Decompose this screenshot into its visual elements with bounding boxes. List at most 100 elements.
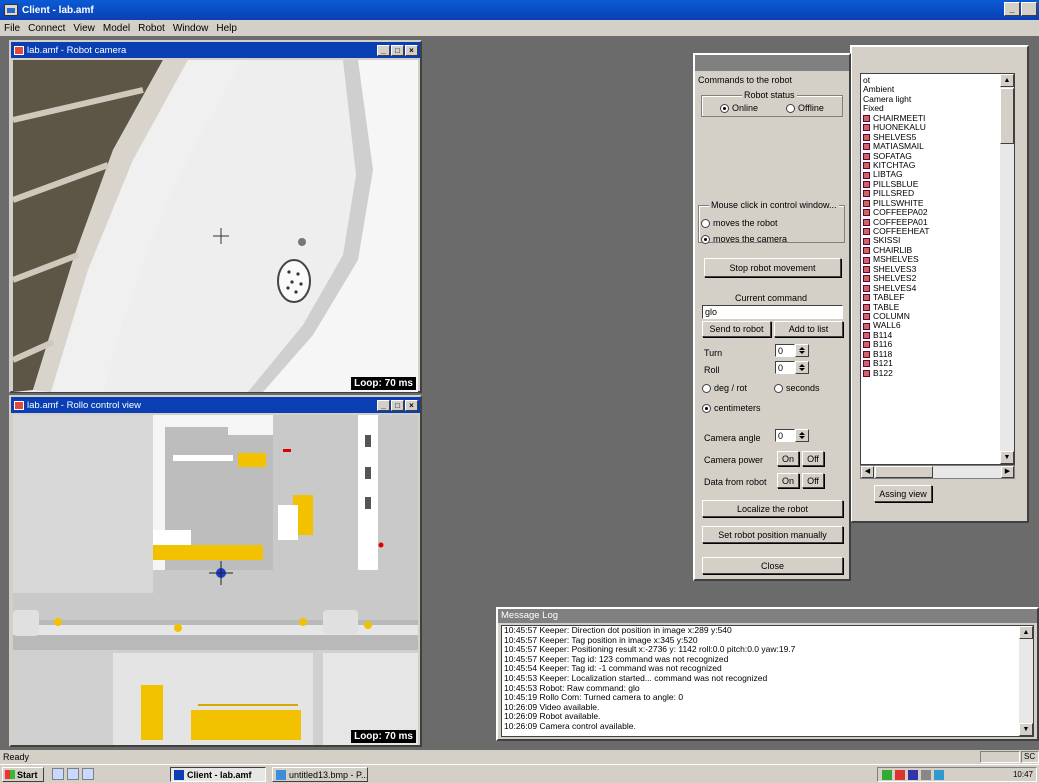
object-icon — [863, 256, 870, 264]
explorer-icon[interactable] — [82, 768, 94, 780]
camera-power-off-button[interactable]: Off — [802, 451, 824, 466]
object-icon — [863, 209, 870, 217]
camera-angle-spinner[interactable] — [795, 429, 809, 442]
clock: 10:47 — [1012, 770, 1033, 779]
moves-camera-radio[interactable]: moves the camera — [701, 234, 787, 244]
menu-robot[interactable]: Robot — [138, 23, 165, 34]
rollo-control-titlebar[interactable]: lab.amf - Rollo control view _ □ × — [11, 397, 420, 413]
robot-camera-window[interactable]: lab.amf - Robot camera _ □ × Loop: 70 ms — [9, 40, 422, 393]
window-icon — [14, 45, 24, 55]
security-icon[interactable] — [895, 769, 905, 780]
display-icon[interactable] — [908, 769, 918, 780]
object-icon — [863, 181, 870, 189]
menu-window[interactable]: Window — [173, 23, 209, 34]
assign-view-button[interactable]: Assing view — [874, 485, 932, 502]
offline-radio[interactable]: Offline — [786, 103, 824, 113]
minimize-button[interactable]: _ — [377, 44, 390, 56]
seconds-radio[interactable]: seconds — [774, 383, 820, 393]
object-icon — [863, 360, 870, 368]
roll-label: Roll — [704, 365, 720, 375]
rollo-control-window[interactable]: lab.amf - Rollo control view _ □ × Loop:… — [9, 395, 422, 747]
task-paint[interactable]: untitled13.bmp - P... — [272, 767, 368, 782]
task-client[interactable]: Client - lab.amf — [170, 767, 266, 782]
camera-angle-label: Camera angle — [704, 433, 761, 443]
object-listbox[interactable]: ot Ambient Camera light Fixed CHAIRMEETI HUON… — [860, 73, 1015, 465]
moves-robot-radio[interactable]: moves the robot — [701, 218, 778, 228]
start-button[interactable]: Start — [2, 767, 44, 782]
tray-app-icon[interactable] — [934, 769, 944, 780]
object-icon — [863, 124, 870, 132]
set-position-button[interactable]: Set robot position manually — [702, 526, 843, 543]
hscroll-thumb[interactable] — [875, 466, 933, 478]
maximize-button[interactable]: □ — [391, 399, 404, 411]
close-button[interactable]: × — [405, 399, 418, 411]
roll-input[interactable]: 0 — [775, 361, 795, 374]
camera-image[interactable]: Loop: 70 ms — [13, 60, 418, 392]
camera-power-label: Camera power — [704, 455, 764, 465]
menu-file[interactable]: File — [4, 23, 20, 34]
object-list-panel: ot Ambient Camera light Fixed CHAIRMEETI HUON… — [850, 45, 1029, 523]
client-icon — [174, 769, 184, 780]
control-map-scene — [13, 415, 418, 745]
maximize-button[interactable] — [1021, 2, 1037, 16]
roll-spinner[interactable] — [795, 361, 809, 374]
menu-model[interactable]: Model — [103, 23, 130, 34]
deg-rot-radio[interactable]: deg / rot — [702, 383, 747, 393]
minimize-button[interactable]: _ — [377, 399, 390, 411]
object-icon — [863, 332, 870, 340]
centimeters-radio[interactable]: centimeters — [702, 403, 761, 413]
window-controls: _ □ × — [377, 399, 418, 411]
menu-view[interactable]: View — [73, 23, 95, 34]
command-input[interactable]: glo — [702, 305, 843, 319]
scroll-thumb[interactable] — [1000, 88, 1014, 144]
paint-icon — [276, 769, 286, 780]
menu-help[interactable]: Help — [216, 23, 237, 34]
desktop-icon[interactable] — [52, 768, 64, 780]
scroll-right-icon[interactable]: ▶ — [1001, 466, 1014, 478]
scroll-up-icon[interactable]: ▲ — [1000, 74, 1014, 87]
object-icon — [863, 294, 870, 302]
list-horizontal-scrollbar[interactable]: ◀ ▶ — [860, 465, 1015, 479]
camera-power-on-button[interactable]: On — [777, 451, 799, 466]
object-icon — [863, 190, 870, 198]
message-log-box[interactable]: 10:45:57 Keeper: Direction dot position … — [501, 625, 1034, 737]
scroll-left-icon[interactable]: ◀ — [861, 466, 874, 478]
mouse-click-label: Mouse click in control window... — [709, 200, 839, 210]
scroll-down-icon[interactable]: ▼ — [1000, 451, 1014, 464]
log-scrollbar[interactable]: ▲ ▼ — [1019, 626, 1033, 736]
minimize-button[interactable]: _ — [1004, 2, 1020, 16]
network-icon[interactable] — [882, 769, 892, 780]
menu-connect[interactable]: Connect — [28, 23, 65, 34]
scroll-down-icon[interactable]: ▼ — [1019, 723, 1033, 736]
camera-angle-input[interactable]: 0 — [775, 429, 795, 442]
camera-scene — [13, 60, 418, 392]
localize-robot-button[interactable]: Localize the robot — [702, 500, 843, 517]
add-to-list-button[interactable]: Add to list — [774, 321, 843, 337]
taskbar: Start Client - lab.amf untitled13.bmp - … — [0, 764, 1039, 783]
list-item[interactable]: B122 — [863, 368, 999, 378]
object-icon — [863, 228, 870, 236]
control-map[interactable]: Loop: 70 ms — [13, 415, 418, 745]
object-icon — [863, 341, 870, 349]
volume-icon[interactable] — [921, 769, 931, 780]
turn-input[interactable]: 0 — [775, 344, 795, 357]
close-button[interactable]: × — [405, 44, 418, 56]
robot-camera-titlebar[interactable]: lab.amf - Robot camera _ □ × — [11, 42, 420, 58]
app-icon — [4, 4, 18, 16]
close-button[interactable]: Close — [702, 557, 843, 574]
data-on-button[interactable]: On — [777, 473, 799, 488]
system-tray: 10:47 — [877, 767, 1037, 782]
turn-label: Turn — [704, 348, 723, 358]
data-off-button[interactable]: Off — [802, 473, 824, 488]
object-icon — [863, 237, 870, 245]
stop-movement-button[interactable]: Stop robot movement — [704, 258, 841, 277]
list-vertical-scrollbar[interactable]: ▲ ▼ — [1000, 74, 1014, 464]
send-to-robot-button[interactable]: Send to robot — [702, 321, 771, 337]
object-icon — [863, 171, 870, 179]
maximize-button[interactable]: □ — [391, 44, 404, 56]
turn-spinner[interactable] — [795, 344, 809, 357]
object-icon — [863, 152, 870, 160]
scroll-up-icon[interactable]: ▲ — [1019, 626, 1033, 639]
online-radio[interactable]: Online — [720, 103, 758, 113]
browser-icon[interactable] — [67, 768, 79, 780]
